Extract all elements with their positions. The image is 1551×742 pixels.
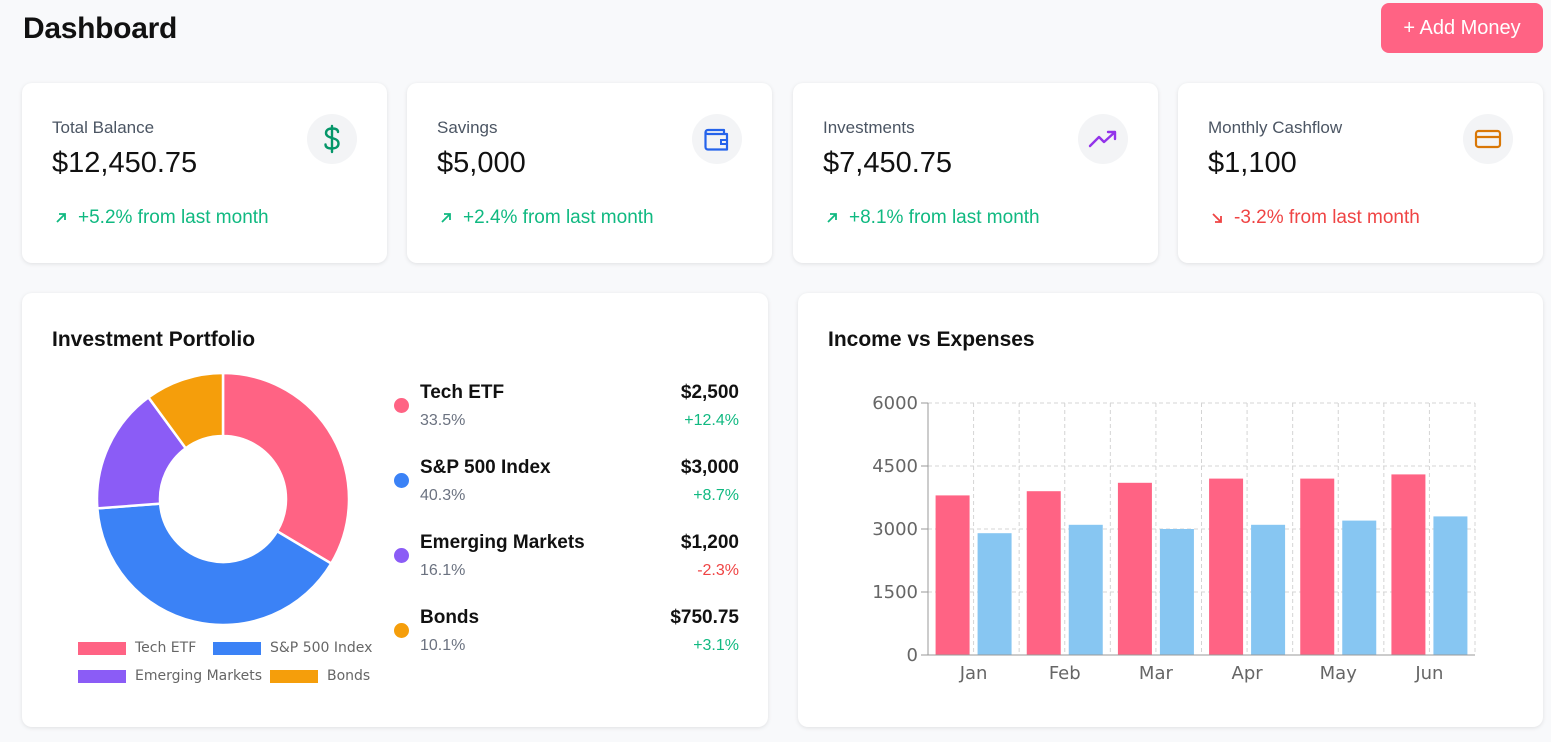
stat-value: $1,100: [1208, 147, 1297, 179]
investment-portfolio-panel: Investment Portfolio Tech ETF S&P 500 In…: [22, 293, 768, 727]
stat-value: $7,450.75: [823, 147, 953, 179]
holding-amount: $3,000: [680, 457, 739, 478]
stat-card-monthly-cashflow: Monthly Cashflow $1,100 -3.2% from last …: [1178, 83, 1543, 263]
bar-jun-series-1[interactable]: [1391, 474, 1426, 655]
legend-item[interactable]: S&P 500 Index: [213, 640, 372, 656]
bar-may-series-1[interactable]: [1300, 478, 1335, 655]
holding-name: Tech ETF: [420, 382, 505, 403]
y-tick-label: 3000: [872, 519, 918, 540]
income-expenses-bar-chart: 0 1500 3000 4500 6000 Jan Feb Mar Apr May Jun: [872, 393, 1476, 684]
legend-swatch: [270, 669, 318, 683]
bar-feb-series-1[interactable]: [1026, 491, 1061, 655]
income-vs-expenses-panel: Income vs Expenses 0 1500 3000 4500 6000 Jan F…: [798, 293, 1543, 727]
holding-row: S&P 500 Index 40.3% $3,000 +8.7%: [394, 457, 739, 517]
holding-name: Bonds: [420, 607, 480, 628]
x-tick-label: Feb: [1049, 663, 1081, 684]
holding-change: +3.1%: [693, 637, 739, 654]
y-tick-label: 0: [907, 645, 918, 666]
stat-card-investments: Investments $7,450.75 +8.1% from last mo…: [793, 83, 1158, 263]
stat-value: $12,450.75: [52, 147, 198, 179]
holding-color-dot: [394, 473, 409, 488]
y-tick-label: 4500: [872, 456, 918, 477]
holding-percent: 33.5%: [420, 412, 466, 429]
stat-change-text: +5.2% from last month: [78, 207, 269, 228]
holding-color-dot: [394, 623, 409, 638]
stat-value: $5,000: [437, 147, 526, 179]
bar-jan-series-1[interactable]: [935, 495, 970, 655]
stat-change: +8.1% from last month: [825, 207, 1040, 229]
stat-change: +2.4% from last month: [439, 207, 654, 229]
holding-row: Bonds 10.1% $750.75 +3.1%: [394, 607, 739, 667]
stat-change: -3.2% from last month: [1210, 207, 1420, 229]
legend-label: Bonds: [327, 668, 371, 684]
pie-slice-tech-etf[interactable]: [221, 371, 351, 566]
bar-mar-series-1[interactable]: [1117, 482, 1152, 655]
legend-swatch: [78, 669, 126, 683]
stat-change-text: -3.2% from last month: [1234, 207, 1420, 228]
stat-label: Savings: [437, 118, 498, 137]
holding-amount: $2,500: [680, 382, 739, 403]
stat-label: Monthly Cashflow: [1208, 118, 1343, 137]
panel-title: Investment Portfolio: [52, 328, 256, 351]
holding-row: Emerging Markets 16.1% $1,200 -2.3%: [394, 532, 739, 592]
trending-up-icon: [1078, 114, 1128, 164]
bar-mar-series-2[interactable]: [1159, 529, 1194, 655]
page-title: Dashboard: [23, 12, 177, 45]
arrow-down-right-icon: [1212, 213, 1222, 223]
dollar-icon: [307, 114, 357, 164]
credit-card-icon: [1463, 114, 1513, 164]
arrow-up-right-icon: [441, 213, 451, 223]
x-tick-label: May: [1320, 663, 1358, 684]
holding-percent: 40.3%: [420, 487, 466, 504]
stat-label: Investments: [823, 118, 915, 137]
y-tick-label: 6000: [872, 393, 918, 414]
bar-jan-series-2[interactable]: [977, 533, 1012, 655]
bar-may-series-2[interactable]: [1342, 520, 1377, 655]
chart-legend: Tech ETF S&P 500 Index Emerging Markets …: [78, 640, 398, 690]
panel-title: Income vs Expenses: [828, 328, 1035, 351]
holding-amount: $1,200: [680, 532, 739, 553]
x-tick-label: Jun: [1414, 663, 1443, 684]
legend-item[interactable]: Emerging Markets: [78, 668, 262, 684]
legend-label: Emerging Markets: [135, 668, 263, 684]
holding-amount: $750.75: [670, 607, 739, 628]
holding-change: +8.7%: [693, 487, 739, 504]
stat-change-text: +8.1% from last month: [849, 207, 1040, 228]
legend-label: S&P 500 Index: [270, 640, 373, 656]
bar-feb-series-2[interactable]: [1068, 524, 1103, 655]
stat-change: +5.2% from last month: [54, 207, 269, 229]
arrow-up-right-icon: [827, 213, 837, 223]
legend-swatch: [213, 641, 261, 655]
holding-color-dot: [394, 398, 409, 413]
holding-percent: 10.1%: [420, 637, 466, 654]
legend-label: Tech ETF: [135, 640, 197, 656]
holding-change: +12.4%: [684, 412, 739, 429]
legend-item[interactable]: Tech ETF: [78, 640, 196, 656]
stat-change-text: +2.4% from last month: [463, 207, 654, 228]
holding-change: -2.3%: [697, 562, 739, 579]
legend-item[interactable]: Bonds: [270, 668, 370, 684]
portfolio-doughnut-chart: [95, 371, 351, 627]
holding-color-dot: [394, 548, 409, 563]
holding-row: Tech ETF 33.5% $2,500 +12.4%: [394, 382, 739, 442]
legend-swatch: [78, 641, 126, 655]
wallet-icon: [692, 114, 742, 164]
arrow-up-right-icon: [56, 213, 66, 223]
holding-percent: 16.1%: [420, 562, 466, 579]
stat-card-savings: Savings $5,000 +2.4% from last month: [407, 83, 772, 263]
y-tick-label: 1500: [872, 582, 918, 603]
x-tick-label: Jan: [959, 663, 988, 684]
stat-label: Total Balance: [52, 118, 155, 137]
bar-jun-series-2[interactable]: [1433, 516, 1468, 655]
stat-card-total-balance: Total Balance $12,450.75 +5.2% from last…: [22, 83, 387, 263]
bar-apr-series-1[interactable]: [1209, 478, 1244, 655]
x-tick-label: Mar: [1139, 663, 1174, 684]
holding-name: Emerging Markets: [420, 532, 585, 553]
x-tick-label: Apr: [1232, 663, 1264, 684]
bar-apr-series-2[interactable]: [1251, 524, 1286, 655]
add-money-button[interactable]: + Add Money: [1381, 3, 1543, 53]
holding-name: S&P 500 Index: [420, 457, 551, 478]
